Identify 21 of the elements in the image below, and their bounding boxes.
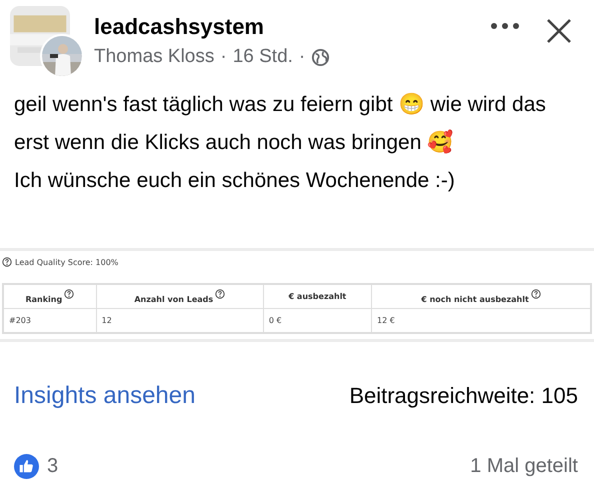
column-header: Anzahl von Leads [96,284,264,308]
column-header: Ranking [3,284,96,308]
post-text: geil wenn's fast täglich was zu feiern gibt 😁 wie wird das erst wenn die Klicks auch noch was bringen 🥰 [14,92,547,156]
help-icon [2,257,12,267]
separator: · [298,46,306,68]
help-icon [215,289,226,299]
share-count[interactable]: 1 Mal geteilt [470,455,578,478]
like-icon [14,454,39,479]
help-icon [530,289,541,299]
separator: · [220,46,227,68]
like-count[interactable]: 3 [47,455,58,478]
column-header: € ausbezahlt [263,284,372,308]
post-text: Ich wünsche euch ein schönes Wochenende :-) [14,168,456,194]
post-time[interactable]: 16 Std. [232,46,293,68]
globe-icon [311,48,330,66]
page-name[interactable]: leadcashsystem [94,14,264,39]
quality-score: Lead Quality Score: 100% [15,258,118,266]
insights-link[interactable]: Insights ansehen [14,382,196,410]
post-reach: Beitragsreichweite: 105 [349,383,578,409]
poster-name[interactable]: Thomas Kloss [94,46,214,68]
help-icon [64,289,74,299]
